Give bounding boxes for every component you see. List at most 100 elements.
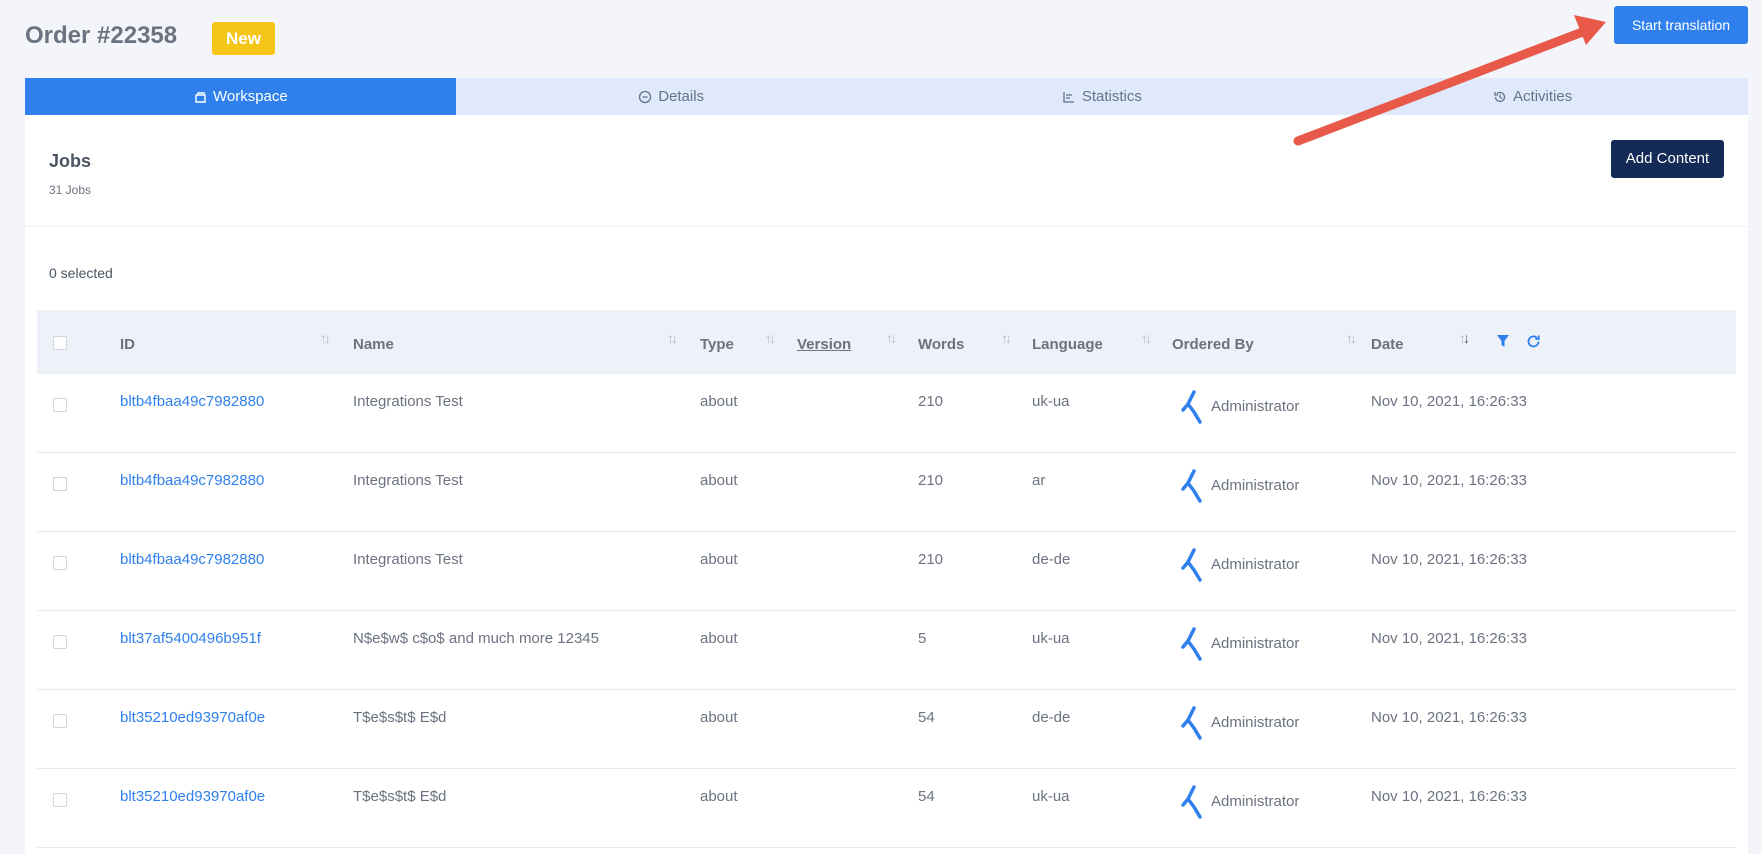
job-language: ar bbox=[1032, 472, 1046, 489]
filter-icon[interactable] bbox=[1496, 334, 1510, 348]
user-avatar-icon bbox=[1181, 706, 1202, 740]
selected-count: 0 selected bbox=[49, 265, 113, 281]
table-row[interactable]: blt35210ed93970af0e T$e$s$t$ E$d about 5… bbox=[37, 769, 1736, 848]
page-header: Order #22358 New Start translation bbox=[0, 0, 1762, 78]
job-id-link[interactable]: bltb4fbaa49c7982880 bbox=[120, 393, 264, 410]
job-language: uk-ua bbox=[1032, 788, 1070, 805]
table-row[interactable]: blt37af5400496b951f N$e$w$ c$o$ and much… bbox=[37, 611, 1736, 690]
job-id-link[interactable]: blt37af5400496b951f bbox=[120, 630, 261, 647]
job-type: about bbox=[700, 709, 738, 726]
job-name: T$e$s$t$ E$d bbox=[353, 788, 447, 805]
job-date: Nov 10, 2021, 16:26:33 bbox=[1371, 551, 1527, 568]
sort-version-icon[interactable]: ↑↓ bbox=[886, 330, 897, 346]
sort-id-icon[interactable]: ↑↓ bbox=[320, 330, 331, 346]
job-words: 54 bbox=[918, 788, 935, 805]
row-checkbox[interactable] bbox=[53, 556, 67, 570]
tab-label: Statistics bbox=[1081, 88, 1142, 105]
details-icon bbox=[639, 90, 652, 103]
job-name: Integrations Test bbox=[353, 472, 463, 489]
job-words: 5 bbox=[918, 630, 927, 647]
job-ordered-by: Administrator bbox=[1211, 793, 1300, 810]
job-id-link[interactable]: bltb4fbaa49c7982880 bbox=[120, 472, 264, 489]
job-type: about bbox=[700, 472, 738, 489]
tab-label: Workspace bbox=[212, 88, 288, 105]
user-avatar-icon bbox=[1181, 390, 1202, 424]
table-header: ID ↑↓ Name ↑↓ Type ↑↓ Version ↑↓ Words ↑… bbox=[37, 310, 1736, 374]
column-words[interactable]: Words bbox=[918, 336, 964, 353]
job-ordered-by: Administrator bbox=[1211, 556, 1300, 573]
workspace-panel: Jobs 31 Jobs Add Content 0 selected ID ↑… bbox=[25, 115, 1748, 854]
table-row[interactable]: bltb4fbaa49c7982880 Integrations Test ab… bbox=[37, 374, 1736, 453]
workspace-icon bbox=[195, 91, 206, 103]
jobs-count: 31 Jobs bbox=[49, 183, 92, 197]
job-ordered-by: Administrator bbox=[1211, 477, 1300, 494]
sort-name-icon[interactable]: ↑↓ bbox=[667, 330, 678, 346]
job-type: about bbox=[700, 788, 738, 805]
user-avatar-icon bbox=[1181, 548, 1202, 582]
job-date: Nov 10, 2021, 16:26:33 bbox=[1371, 472, 1527, 489]
job-words: 210 bbox=[918, 393, 944, 410]
job-name: T$e$s$t$ E$d bbox=[353, 709, 447, 726]
user-avatar-icon bbox=[1181, 627, 1202, 661]
column-type[interactable]: Type bbox=[700, 336, 734, 353]
user-avatar-icon bbox=[1181, 785, 1202, 819]
table-row[interactable]: bltb4fbaa49c7982880 Integrations Test ab… bbox=[37, 453, 1736, 532]
tab-label: Activities bbox=[1513, 88, 1573, 105]
row-checkbox[interactable] bbox=[53, 635, 67, 649]
user-avatar-icon bbox=[1181, 469, 1202, 503]
job-words: 210 bbox=[918, 551, 944, 568]
refresh-icon[interactable] bbox=[1526, 334, 1541, 349]
row-checkbox[interactable] bbox=[53, 714, 67, 728]
jobs-table: ID ↑↓ Name ↑↓ Type ↑↓ Version ↑↓ Words ↑… bbox=[37, 310, 1736, 848]
sort-ordered-by-icon[interactable]: ↑↓ bbox=[1346, 330, 1357, 346]
start-translation-button[interactable]: Start translation bbox=[1614, 6, 1748, 44]
statistics-icon bbox=[1063, 91, 1074, 103]
job-type: about bbox=[700, 393, 738, 410]
column-date[interactable]: Date bbox=[1371, 336, 1404, 353]
column-id[interactable]: ID bbox=[120, 336, 135, 353]
job-date: Nov 10, 2021, 16:26:33 bbox=[1371, 393, 1527, 410]
job-date: Nov 10, 2021, 16:26:33 bbox=[1371, 709, 1527, 726]
table-row[interactable]: blt35210ed93970af0e T$e$s$t$ E$d about 5… bbox=[37, 690, 1736, 769]
row-checkbox[interactable] bbox=[53, 477, 67, 491]
divider bbox=[25, 226, 1748, 227]
job-words: 210 bbox=[918, 472, 944, 489]
job-id-link[interactable]: blt35210ed93970af0e bbox=[120, 788, 265, 805]
tab-workspace[interactable]: Workspace bbox=[25, 78, 456, 115]
tab-details[interactable]: Details bbox=[456, 78, 887, 115]
job-type: about bbox=[700, 551, 738, 568]
job-ordered-by: Administrator bbox=[1211, 635, 1300, 652]
job-ordered-by: Administrator bbox=[1211, 398, 1300, 415]
row-checkbox[interactable] bbox=[53, 793, 67, 807]
tab-label: Details bbox=[658, 88, 705, 105]
tab-bar: Workspace Details Statistics Activities bbox=[25, 78, 1748, 115]
column-name[interactable]: Name bbox=[353, 336, 394, 353]
page-title: Order #22358 bbox=[25, 22, 178, 49]
table-row[interactable]: bltb4fbaa49c7982880 Integrations Test ab… bbox=[37, 532, 1736, 611]
column-language[interactable]: Language bbox=[1032, 336, 1103, 353]
job-name: Integrations Test bbox=[353, 551, 463, 568]
row-checkbox[interactable] bbox=[53, 398, 67, 412]
add-content-button[interactable]: Add Content bbox=[1611, 140, 1724, 178]
column-ordered-by[interactable]: Ordered By bbox=[1172, 336, 1254, 353]
job-language: de-de bbox=[1032, 709, 1071, 726]
tab-statistics[interactable]: Statistics bbox=[887, 78, 1318, 115]
job-language: uk-ua bbox=[1032, 630, 1070, 647]
job-language: uk-ua bbox=[1032, 393, 1070, 410]
column-version[interactable]: Version bbox=[797, 336, 851, 353]
job-date: Nov 10, 2021, 16:26:33 bbox=[1371, 788, 1527, 805]
select-all-checkbox[interactable] bbox=[53, 336, 67, 350]
sort-date-icon[interactable]: ↑↓ bbox=[1459, 330, 1470, 346]
job-ordered-by: Administrator bbox=[1211, 714, 1300, 731]
sort-language-icon[interactable]: ↑↓ bbox=[1141, 330, 1152, 346]
job-id-link[interactable]: blt35210ed93970af0e bbox=[120, 709, 265, 726]
sort-words-icon[interactable]: ↑↓ bbox=[1001, 330, 1012, 346]
status-badge: New bbox=[212, 22, 275, 55]
job-type: about bbox=[700, 630, 738, 647]
job-words: 54 bbox=[918, 709, 935, 726]
tab-activities[interactable]: Activities bbox=[1317, 78, 1748, 115]
job-name: Integrations Test bbox=[353, 393, 463, 410]
job-name: N$e$w$ c$o$ and much more 12345 bbox=[353, 630, 599, 647]
sort-type-icon[interactable]: ↑↓ bbox=[765, 330, 776, 346]
job-id-link[interactable]: bltb4fbaa49c7982880 bbox=[120, 551, 264, 568]
